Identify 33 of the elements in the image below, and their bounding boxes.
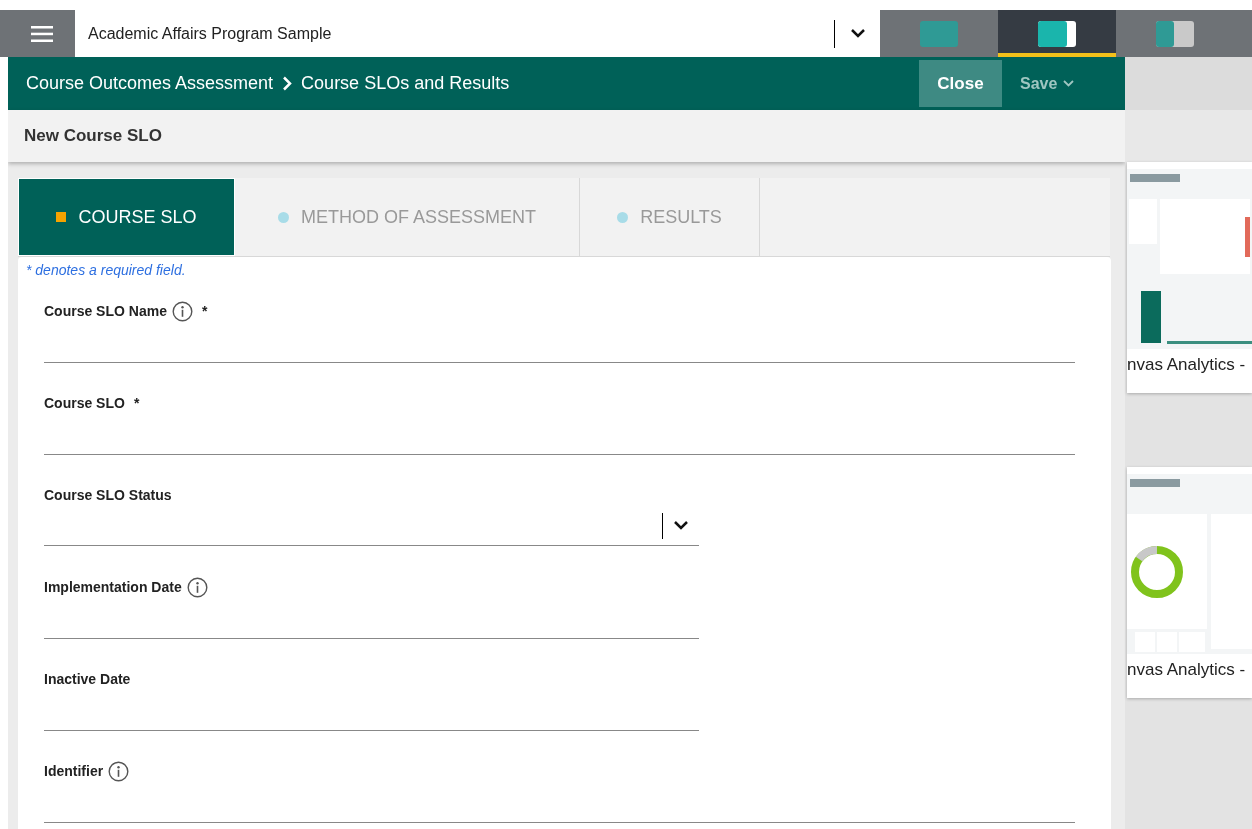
field-label: Implementation Date [44,579,182,595]
required-mark: * [133,395,140,411]
info-icon[interactable] [171,300,193,322]
save-button[interactable]: Save [1020,74,1100,93]
required-note: * denotes a required field. [25,261,187,276]
chevron-right-icon [282,76,293,91]
field-label: Inactive Date [44,671,131,687]
chevron-down-icon [1063,80,1075,87]
breadcrumb-link[interactable]: Course SLOs and Results [301,73,510,94]
menu-icon [30,25,53,42]
dot-marker-icon [278,211,289,223]
card-caption: nvas Analytics - [1127,659,1247,681]
field-label: Course SLO Name [44,303,167,319]
page-title: New Course SLO [24,126,162,146]
layout-button[interactable] [998,10,1116,57]
chevron-down-icon [850,29,865,38]
close-button[interactable]: Close [919,60,1002,107]
breadcrumb-link[interactable]: Course Outcomes Assessment [26,73,274,94]
field-label: Identifier [44,763,104,779]
split-panel-icon [1156,20,1194,47]
card-caption: nvas Analytics - [1127,354,1247,376]
info-icon[interactable] [186,576,208,598]
dot-marker-icon [617,211,629,223]
step-tab[interactable]: COURSE SLO [18,178,235,256]
split-panel-icon [1038,20,1076,47]
program-title: Academic Affairs Program Sample [87,24,333,43]
field-label: Course SLO Status [44,487,172,503]
chevron-down-icon [674,521,688,530]
info-icon[interactable] [108,760,130,782]
square-marker-icon [56,212,67,222]
required-mark: * [201,303,208,319]
field-label: Course SLO [44,395,125,411]
full-panel-icon [920,20,958,47]
